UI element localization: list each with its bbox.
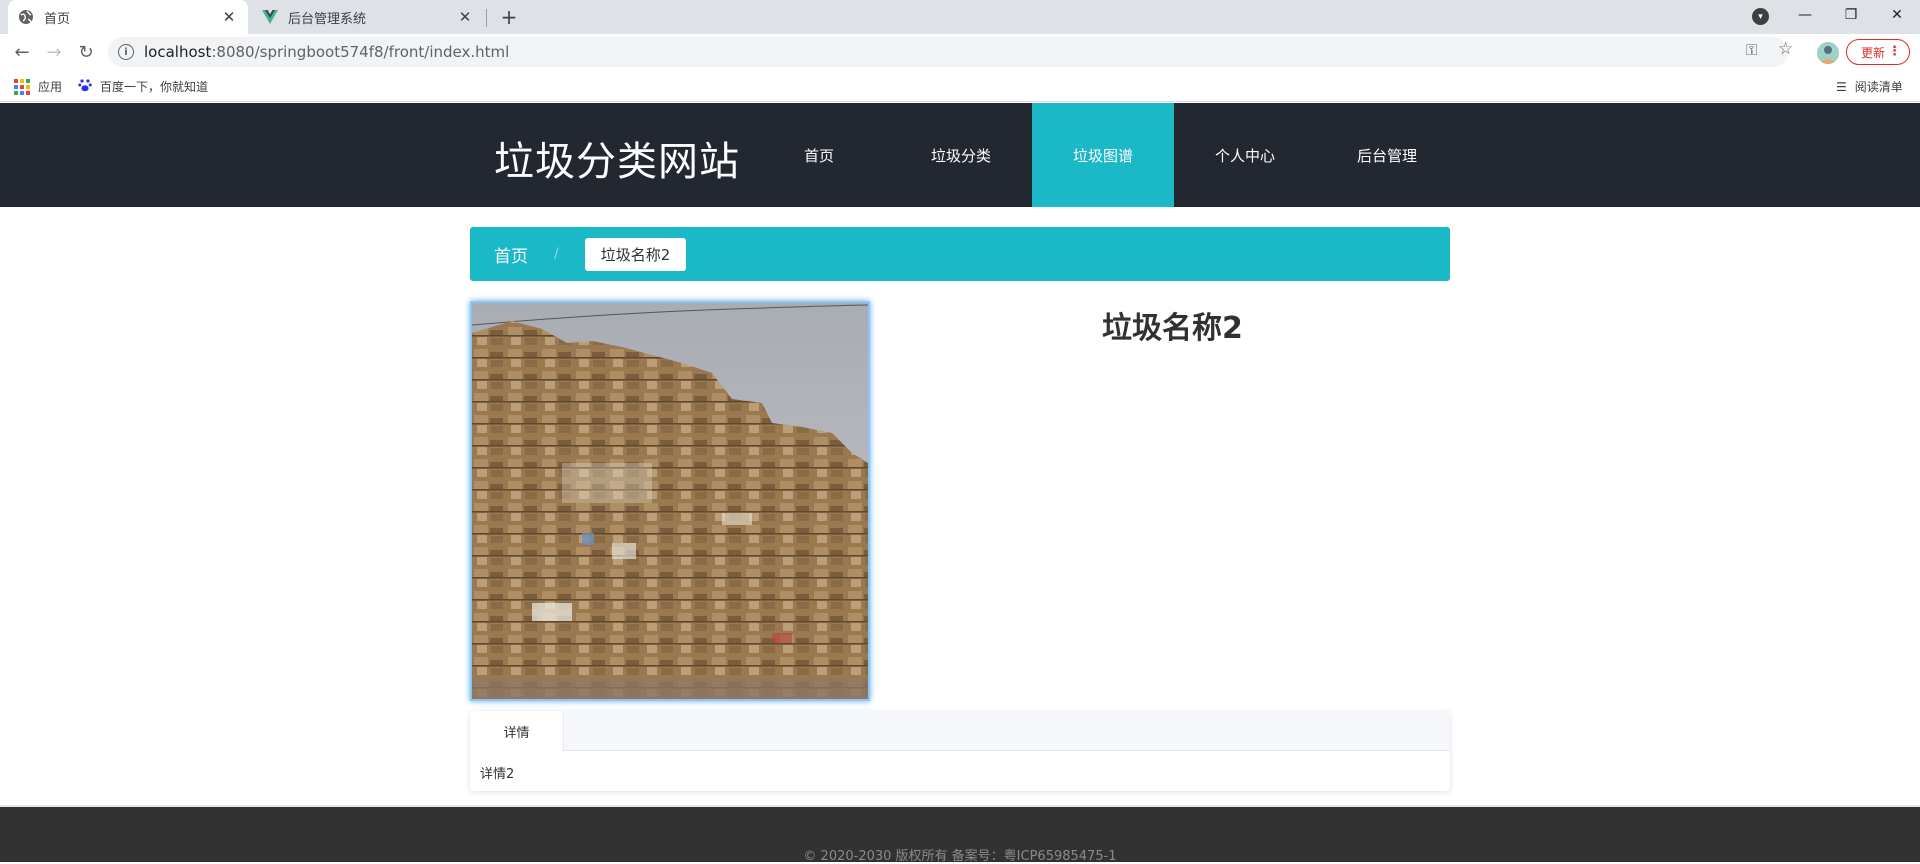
tab-detail[interactable]: 详情 <box>470 711 564 752</box>
browser-tab-admin[interactable]: 后台管理系统 ✕ <box>252 0 484 34</box>
site-footer: © 2020-2030 版权所有 备案号：粤ICP65985475-1 <box>0 805 1920 864</box>
globe-icon <box>18 9 34 25</box>
reading-list[interactable]: ☰ 阅读清单 <box>1836 78 1903 95</box>
item-name-heading: 垃圾名称2 <box>1102 311 1243 346</box>
address-bar[interactable]: i localhost:8080/springboot574f8/front/i… <box>108 37 1788 67</box>
nav-item-profile[interactable]: 个人中心 <box>1174 103 1316 207</box>
browser-tab-title: 后台管理系统 <box>288 11 367 27</box>
site-info-icon[interactable]: i <box>118 44 134 60</box>
nav-item-classification[interactable]: 垃圾分类 <box>890 103 1032 207</box>
nav-item-home[interactable]: 首页 <box>748 103 890 207</box>
tabs-header: 详情 <box>470 711 1450 752</box>
bookmark-apps[interactable]: 应用 <box>14 78 62 95</box>
copyright-text: © 2020-2030 版权所有 备案号：粤ICP65985475-1 <box>803 849 1117 864</box>
item-image <box>470 301 870 701</box>
browser-tab-home[interactable]: 首页 ✕ <box>8 0 248 34</box>
close-tab-icon[interactable]: ✕ <box>456 8 474 26</box>
apps-grid-icon <box>14 78 30 95</box>
bookmark-label: 百度一下，你就知道 <box>100 80 209 94</box>
bookmark-baidu[interactable]: 百度一下，你就知道 <box>78 78 208 95</box>
breadcrumb-current: 垃圾名称2 <box>584 237 687 271</box>
minimize-icon[interactable]: — <box>1782 0 1828 30</box>
main-nav: 首页 垃圾分类 垃圾图谱 个人中心 后台管理 <box>748 103 1458 207</box>
breadcrumb-home-link[interactable]: 首页 <box>494 242 528 267</box>
detail-content: 详情2 <box>480 767 515 782</box>
site-header: 垃圾分类网站 首页 垃圾分类 垃圾图谱 个人中心 后台管理 <box>0 103 1920 207</box>
key-icon[interactable]: ⚿ <box>1746 41 1757 59</box>
bookmark-label: 应用 <box>38 80 63 94</box>
reading-list-label: 阅读清单 <box>1854 80 1903 94</box>
url-path: :8080/springboot574f8/front/index.html <box>211 43 510 61</box>
new-tab-icon[interactable]: + <box>498 7 520 29</box>
browser-tab-title: 首页 <box>44 11 71 27</box>
forward-arrow-icon[interactable]: → <box>40 38 68 66</box>
url-host: localhost <box>144 43 212 61</box>
update-button[interactable]: 更新 ⋮ <box>1846 39 1910 65</box>
nav-item-atlas[interactable]: 垃圾图谱 <box>1032 103 1174 207</box>
bookmarks-bar: 应用 百度一下，你就知道 ☰ 阅读清单 <box>0 70 1920 102</box>
nav-item-admin[interactable]: 后台管理 <box>1316 103 1458 207</box>
window-close-icon[interactable]: ✕ <box>1874 0 1920 30</box>
breadcrumb-separator: / <box>554 246 559 262</box>
breadcrumb: 首页 / 垃圾名称2 <box>470 227 1450 281</box>
site-title: 垃圾分类网站 <box>494 139 740 185</box>
baidu-paw-icon <box>78 78 92 95</box>
restore-icon[interactable]: ❐ <box>1828 0 1874 30</box>
browser-tab-strip: 首页 ✕ 后台管理系统 ✕ + ▾ — ❐ ✕ <box>0 0 1920 34</box>
browser-toolbar: ← → ↻ i localhost:8080/springboot574f8/f… <box>0 34 1920 70</box>
more-vert-icon: ⋮ <box>1888 44 1901 59</box>
tab-divider <box>486 9 487 27</box>
tab-search-icon[interactable]: ▾ <box>1752 8 1769 25</box>
close-tab-icon[interactable]: ✕ <box>220 8 238 26</box>
detail-tabs: 详情 详情2 <box>470 711 1450 791</box>
update-label: 更新 <box>1861 45 1886 60</box>
avatar[interactable] <box>1817 42 1839 64</box>
reload-icon[interactable]: ↻ <box>72 38 100 66</box>
vue-logo-icon <box>262 9 278 25</box>
bookmark-star-icon[interactable]: ☆ <box>1778 39 1793 59</box>
back-arrow-icon[interactable]: ← <box>8 38 36 66</box>
reading-list-icon: ☰ <box>1836 79 1847 94</box>
